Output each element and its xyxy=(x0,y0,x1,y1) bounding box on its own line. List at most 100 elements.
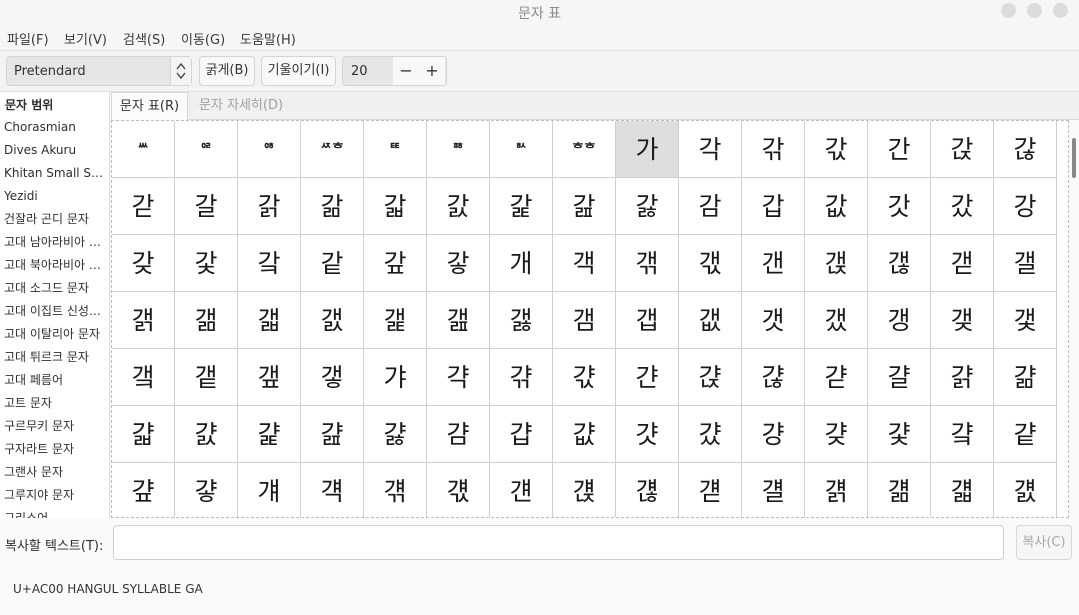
character-cell[interactable]: 걝 xyxy=(805,463,868,517)
character-cell[interactable]: 걔 xyxy=(238,463,301,517)
character-cell[interactable]: 갬 xyxy=(553,292,616,349)
character-cell[interactable]: 갇 xyxy=(112,178,175,235)
character-cell[interactable]: 걋 xyxy=(616,406,679,463)
character-cell[interactable]: 걓 xyxy=(175,463,238,517)
font-size-value[interactable]: 20 xyxy=(351,64,368,79)
copy-text-input[interactable] xyxy=(113,525,1004,560)
character-cell[interactable]: 갟 xyxy=(679,235,742,292)
character-cell[interactable]: 값 xyxy=(805,178,868,235)
character-cell[interactable]: 걏 xyxy=(868,406,931,463)
character-cell[interactable]: 갋 xyxy=(364,178,427,235)
character-cell[interactable]: 갖 xyxy=(112,235,175,292)
decrease-size-button[interactable]: − xyxy=(393,57,419,85)
character-cell[interactable]: 걕 xyxy=(301,463,364,517)
character-cell[interactable]: 갷 xyxy=(301,349,364,406)
character-cell[interactable]: ᄋᄒ xyxy=(238,121,301,178)
character-cell[interactable]: 걖 xyxy=(364,463,427,517)
character-cell[interactable]: 갉 xyxy=(238,178,301,235)
character-cell[interactable]: 갶 xyxy=(238,349,301,406)
character-cell[interactable]: 갓 xyxy=(868,178,931,235)
character-cell[interactable]: 감 xyxy=(679,178,742,235)
font-size-spinner[interactable]: 20 − + xyxy=(342,56,447,86)
character-cell[interactable]: 갩 xyxy=(364,292,427,349)
font-selector-arrows[interactable] xyxy=(170,57,191,85)
character-cell[interactable]: 갅 xyxy=(931,121,994,178)
character-cell[interactable]: 갛 xyxy=(427,235,490,292)
bold-button[interactable]: 굵게(B) xyxy=(199,56,255,86)
character-cell[interactable]: 걈 xyxy=(427,406,490,463)
character-cell[interactable]: ᄴ xyxy=(112,121,175,178)
character-cell[interactable]: 갺 xyxy=(490,349,553,406)
character-cell[interactable]: 갲 xyxy=(931,292,994,349)
character-cell[interactable]: 걚 xyxy=(616,463,679,517)
maximize-button[interactable] xyxy=(1027,3,1042,18)
script-list-item[interactable]: Chorasmian xyxy=(0,116,109,139)
character-cell[interactable]: 갵 xyxy=(175,349,238,406)
script-list-item[interactable]: 고대 이탈리아 문자 xyxy=(0,323,109,346)
character-cell[interactable]: 걌 xyxy=(679,406,742,463)
script-list-item[interactable]: 건잘라 곤디 문자 xyxy=(0,208,109,231)
script-list-item[interactable]: 고트 문자 xyxy=(0,392,109,415)
character-cell[interactable]: 갰 xyxy=(805,292,868,349)
menu-help[interactable]: 도움말(H) xyxy=(240,29,296,48)
character-cell[interactable]: 갻 xyxy=(553,349,616,406)
menu-go[interactable]: 이동(G) xyxy=(181,29,225,48)
increase-size-button[interactable]: + xyxy=(419,57,445,85)
script-list-item[interactable]: 고대 남아라비아 문자 xyxy=(0,231,109,254)
copy-button[interactable]: 복사(C) xyxy=(1016,525,1072,560)
character-cell[interactable]: 갮 xyxy=(679,292,742,349)
character-cell[interactable]: 걠 xyxy=(994,463,1057,517)
character-cell[interactable]: 강 xyxy=(994,178,1057,235)
character-cell[interactable]: 걜 xyxy=(742,463,805,517)
character-cell[interactable]: 갠 xyxy=(742,235,805,292)
character-cell[interactable]: 갍 xyxy=(490,178,553,235)
character-cell[interactable]: 갢 xyxy=(868,235,931,292)
script-list-item[interactable]: 고대 튀르크 문자 xyxy=(0,346,109,369)
character-cell[interactable]: 같 xyxy=(301,235,364,292)
script-list-item[interactable]: 그랜사 문자 xyxy=(0,461,109,484)
character-cell[interactable]: 걁 xyxy=(931,349,994,406)
script-list-item[interactable]: Yezidi xyxy=(0,185,109,208)
character-cell[interactable]: 갗 xyxy=(175,235,238,292)
character-cell[interactable]: 걂 xyxy=(994,349,1057,406)
character-cell[interactable]: 객 xyxy=(553,235,616,292)
menu-search[interactable]: 검색(S) xyxy=(123,29,165,48)
character-cell[interactable]: 갴 xyxy=(112,349,175,406)
character-cell[interactable]: 갨 xyxy=(301,292,364,349)
character-cell[interactable]: 갱 xyxy=(868,292,931,349)
character-cell[interactable]: 걟 xyxy=(931,463,994,517)
character-cell[interactable]: 갚 xyxy=(364,235,427,292)
character-cell[interactable]: 갊 xyxy=(301,178,364,235)
script-list-item[interactable]: 그루지야 문자 xyxy=(0,484,109,507)
character-cell[interactable]: 걑 xyxy=(994,406,1057,463)
character-cell[interactable]: 걉 xyxy=(490,406,553,463)
character-cell[interactable]: 갈 xyxy=(175,178,238,235)
character-cell[interactable]: 갽 xyxy=(679,349,742,406)
character-cell[interactable]: 갯 xyxy=(742,292,805,349)
character-cell[interactable]: 갥 xyxy=(112,292,175,349)
script-list-item[interactable]: Dives Akuru xyxy=(0,139,109,162)
character-cell[interactable]: 각 xyxy=(679,121,742,178)
character-cell[interactable]: 갆 xyxy=(994,121,1057,178)
character-cell[interactable]: 갦 xyxy=(175,292,238,349)
character-cell[interactable]: 갌 xyxy=(427,178,490,235)
character-cell[interactable]: 갏 xyxy=(616,178,679,235)
character-cell[interactable]: 갸 xyxy=(364,349,427,406)
character-cell[interactable]: 걍 xyxy=(742,406,805,463)
character-cell[interactable]: 갭 xyxy=(616,292,679,349)
script-list-item[interactable]: 구르무키 문자 xyxy=(0,415,109,438)
italic-button[interactable]: 기울이기(I) xyxy=(261,56,336,86)
character-cell[interactable]: 걄 xyxy=(175,406,238,463)
character-cell[interactable]: 갞 xyxy=(616,235,679,292)
character-cell[interactable]: ᄑᄒ xyxy=(427,121,490,178)
character-cell[interactable]: 간 xyxy=(868,121,931,178)
character-cell[interactable]: 갼 xyxy=(616,349,679,406)
character-cell[interactable]: 갿 xyxy=(805,349,868,406)
scrollbar-thumb[interactable] xyxy=(1072,138,1076,178)
character-cell[interactable]: 걇 xyxy=(364,406,427,463)
character-cell[interactable]: 갧 xyxy=(238,292,301,349)
character-cell[interactable]: 갳 xyxy=(994,292,1057,349)
character-cell[interactable]: 갫 xyxy=(490,292,553,349)
grid-scrollbar[interactable] xyxy=(1070,120,1079,518)
character-cell[interactable]: ᄐᄐ xyxy=(364,121,427,178)
